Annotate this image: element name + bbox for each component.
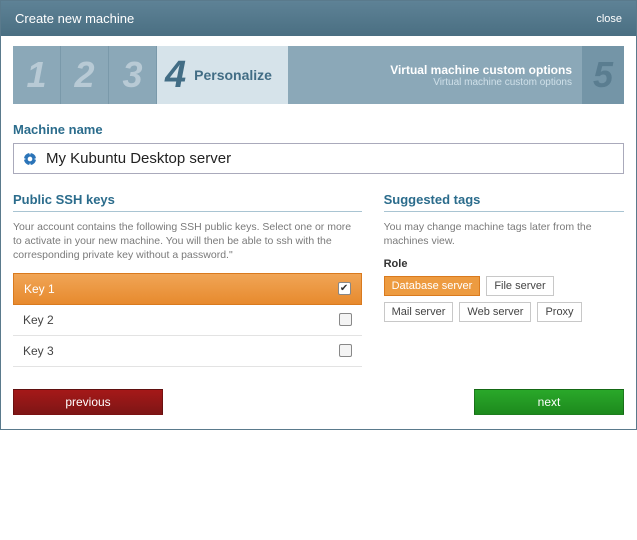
- ssh-key-row[interactable]: Key 2: [13, 305, 362, 336]
- step-options: Virtual machine custom options Virtual m…: [288, 46, 582, 104]
- ssh-key-label: Key 2: [23, 313, 54, 327]
- ssh-key-list: Key 1 ✔ Key 2 Key 3: [13, 273, 362, 367]
- dialog-footer: previous next: [1, 379, 636, 429]
- wizard-steps: 1 2 3 4 Personalize Virtual machine cust…: [13, 46, 624, 104]
- suggested-tags-section: Suggested tags You may change machine ta…: [384, 192, 624, 367]
- checkbox-icon[interactable]: [339, 313, 352, 326]
- machine-name-value: My Kubuntu Desktop server: [46, 150, 231, 167]
- step-1[interactable]: 1: [13, 46, 61, 104]
- tag-file-server[interactable]: File server: [486, 276, 553, 296]
- close-button[interactable]: close: [596, 13, 622, 25]
- machine-name-label: Machine name: [13, 122, 624, 137]
- ssh-key-label: Key 3: [23, 344, 54, 358]
- checkbox-icon[interactable]: ✔: [338, 282, 351, 295]
- next-button[interactable]: next: [474, 389, 624, 415]
- dialog-title: Create new machine: [15, 11, 134, 26]
- ssh-keys-hint: Your account contains the following SSH …: [13, 220, 362, 263]
- step-3[interactable]: 3: [109, 46, 157, 104]
- role-label: Role: [384, 258, 624, 270]
- tag-database-server[interactable]: Database server: [384, 276, 481, 296]
- step-5[interactable]: 5: [582, 46, 624, 104]
- titlebar: Create new machine close: [1, 1, 636, 36]
- create-machine-dialog: Create new machine close 1 2 3 4 Persona…: [0, 0, 637, 430]
- tag-web-server[interactable]: Web server: [459, 302, 531, 322]
- tag-mail-server[interactable]: Mail server: [384, 302, 454, 322]
- dialog-body: 1 2 3 4 Personalize Virtual machine cust…: [1, 36, 636, 379]
- step-options-title: Virtual machine custom options: [390, 63, 572, 77]
- previous-button[interactable]: previous: [13, 389, 163, 415]
- suggested-tags-hint: You may change machine tags later from t…: [384, 220, 624, 248]
- step-options-subtitle: Virtual machine custom options: [433, 77, 572, 88]
- step-2[interactable]: 2: [61, 46, 109, 104]
- ssh-key-row[interactable]: Key 3: [13, 336, 362, 367]
- tag-list: Database server File server Mail server …: [384, 276, 624, 322]
- ssh-key-label: Key 1: [24, 282, 55, 296]
- ssh-keys-section: Public SSH keys Your account contains th…: [13, 192, 362, 367]
- checkbox-icon[interactable]: [339, 344, 352, 357]
- tag-proxy[interactable]: Proxy: [537, 302, 581, 322]
- step-current-label: Personalize: [194, 67, 272, 83]
- step-current-number: 4: [165, 54, 186, 97]
- ssh-key-row[interactable]: Key 1 ✔: [13, 273, 362, 305]
- machine-name-input[interactable]: My Kubuntu Desktop server: [13, 143, 624, 174]
- gear-icon: [22, 151, 38, 167]
- step-4-current: 4 Personalize: [157, 46, 288, 104]
- suggested-tags-heading: Suggested tags: [384, 192, 624, 212]
- ssh-keys-heading: Public SSH keys: [13, 192, 362, 212]
